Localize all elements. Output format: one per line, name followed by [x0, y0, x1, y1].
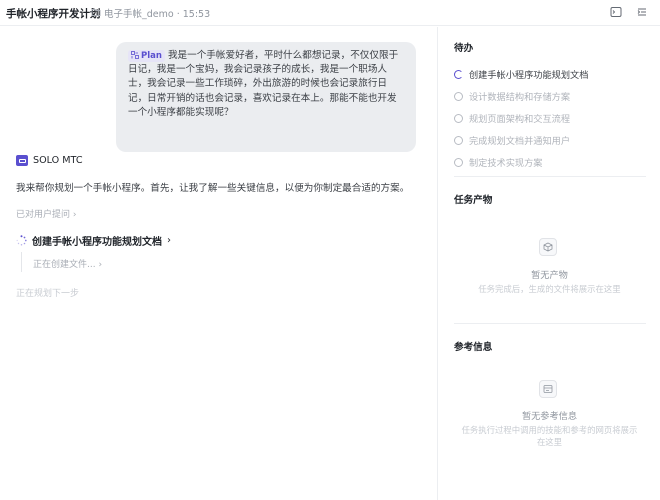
plan-tag: Plan — [128, 50, 165, 62]
top-bar: 手帐小程序开发计划 电子手帐_demo · 15:53 — [0, 0, 660, 26]
todo-item[interactable]: 完成规划文档并通知用户 — [454, 133, 570, 147]
asked-user-link[interactable]: 已对用户提问 › — [16, 207, 77, 220]
todo-item[interactable]: 制定技术实现方案 — [454, 155, 543, 169]
panel-toggle-icon[interactable] — [636, 6, 648, 18]
todo-item[interactable]: 设计数据结构和存储方案 — [454, 89, 570, 103]
artifacts-empty-desc: 任务完成后，生成的文件将展示在这里 — [478, 284, 621, 294]
progress-icon — [454, 69, 463, 79]
chevron-right-icon: › — [167, 235, 171, 246]
references-title: 参考信息 — [454, 342, 493, 353]
chat-panel: Plan 我是一个手帐爱好者，平时什么都想记录，不仅仅限于日记，我是一个宝妈，我会… — [0, 27, 437, 500]
circle-icon — [454, 157, 463, 167]
divider — [454, 176, 646, 177]
spinner-icon — [16, 235, 27, 246]
chevron-right-icon: › — [98, 260, 103, 270]
user-message-text: 我是一个手帐爱好者，平时什么都想记录，不仅仅限于日记，我是一个宝妈，我会记录孩子… — [128, 50, 399, 118]
references-empty-title: 暂无参考信息 — [521, 411, 578, 422]
artifacts-title: 任务产物 — [454, 195, 493, 206]
agent-header: SOLO MTC — [16, 155, 83, 166]
circle-icon — [454, 135, 463, 145]
agent-avatar-icon — [16, 155, 28, 166]
cube-icon — [539, 238, 557, 256]
step-connector — [21, 252, 22, 272]
project-info[interactable]: 电子手帐_demo · 15:53 — [104, 6, 210, 20]
references-empty-desc: 任务执行过程中调用的技能和参考的网页将展示在这里 — [461, 425, 638, 447]
circle-icon — [454, 113, 463, 123]
divider — [454, 323, 646, 324]
current-step[interactable]: 创建手帐小程序功能规划文档 › — [16, 233, 171, 248]
user-message-bubble: Plan 我是一个手帐爱好者，平时什么都想记录，不仅仅限于日记，我是一个宝妈，我会… — [116, 42, 416, 152]
agent-message: 我来帮你规划一个手帐小程序。首先，让我了解一些关键信息，以便为你制定最合适的方案… — [16, 183, 410, 194]
todo-item[interactable]: 规划页面架构和交互流程 — [454, 111, 570, 125]
todo-item[interactable]: 创建手帐小程序功能规划文档 — [454, 67, 588, 81]
plan-icon — [131, 51, 139, 59]
plan-tag-label: Plan — [141, 51, 162, 61]
task-sidebar: 待办 创建手帐小程序功能规划文档 设计数据结构和存储方案 规划页面架构和交互流程… — [437, 27, 660, 500]
task-title: 手帐小程序开发计划 — [6, 8, 101, 20]
chevron-right-icon: › — [72, 210, 77, 220]
terminal-icon[interactable] — [610, 6, 622, 18]
step-title: 创建手帐小程序功能规划文档 — [32, 237, 162, 248]
circle-icon — [454, 91, 463, 101]
image-icon — [539, 380, 557, 398]
todo-title: 待办 — [454, 43, 474, 54]
artifacts-empty-title: 暂无产物 — [531, 270, 568, 281]
step-status[interactable]: 正在创建文件... › — [33, 257, 102, 270]
folder-icon — [91, 9, 101, 16]
planning-status: 正在规划下一步 — [16, 289, 80, 299]
agent-name: SOLO MTC — [33, 155, 83, 166]
